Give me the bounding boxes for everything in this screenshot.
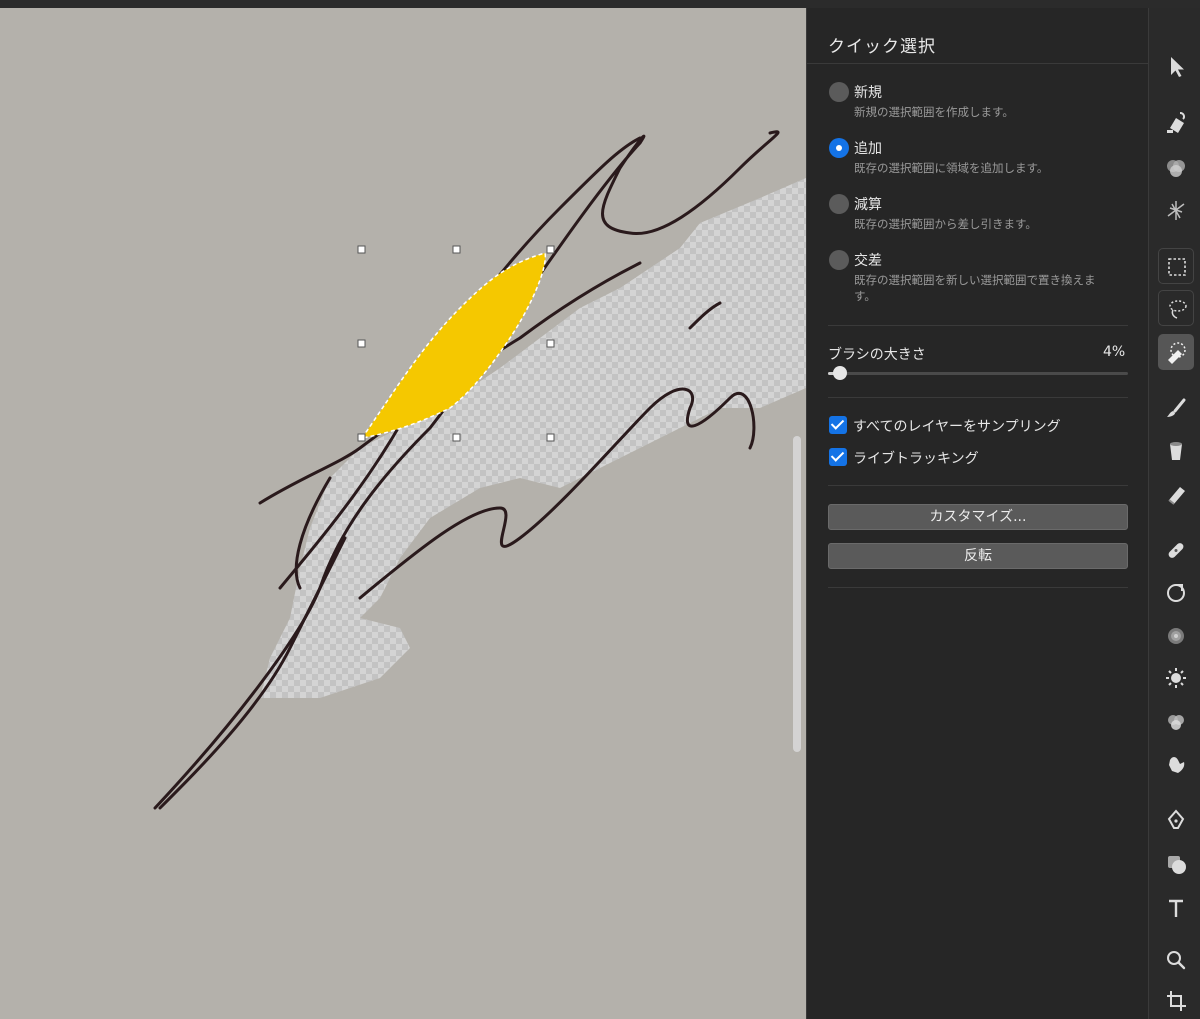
brush-size-slider[interactable] (828, 366, 1128, 380)
divider (828, 485, 1128, 486)
canvas-vertical-scrollbar[interactable] (793, 436, 801, 752)
live-tracking-checkbox[interactable] (829, 448, 847, 466)
quick-select-panel: クイック選択 新規 新規の選択範囲を作成します。 追加 既存の選択範囲に領域を追… (806, 8, 1149, 1019)
shape-icon[interactable] (1158, 846, 1194, 882)
mode-subtract-radio[interactable] (829, 194, 849, 214)
tool-bar (1148, 8, 1200, 1019)
paint-bucket-icon[interactable] (1158, 104, 1194, 140)
zoom-icon[interactable] (1158, 942, 1194, 978)
brush-size-value: 4% (1103, 344, 1126, 360)
invert-button[interactable]: 反転 (828, 543, 1128, 569)
mode-subtract-desc: 既存の選択範囲から差し引きます。 (854, 217, 1037, 231)
blur-dots-icon[interactable] (1158, 618, 1194, 654)
panel-title: クイック選択 (828, 37, 936, 57)
pen-nib-icon[interactable] (1158, 802, 1194, 838)
mode-intersect-label: 交差 (854, 253, 882, 269)
smudge-hand-icon[interactable] (1158, 746, 1194, 782)
mode-add-desc: 既存の選択範囲に領域を追加します。 (854, 161, 1049, 175)
signature-artwork (0, 8, 806, 1019)
warp-icon[interactable] (1158, 192, 1194, 228)
bandage-icon[interactable] (1158, 532, 1194, 568)
crop-icon[interactable] (1158, 983, 1194, 1019)
lasso-icon[interactable] (1158, 290, 1194, 326)
divider (828, 397, 1128, 398)
customize-button[interactable]: カスタマイズ... (828, 504, 1128, 530)
brush-icon[interactable] (1158, 390, 1194, 426)
mode-new-desc: 新規の選択範囲を作成します。 (854, 105, 1014, 119)
mode-new-radio[interactable] (829, 82, 849, 102)
image-canvas[interactable] (0, 8, 806, 1019)
mode-add-radio[interactable] (829, 138, 849, 158)
mode-new-label: 新規 (854, 85, 882, 101)
color-circles-icon[interactable] (1158, 704, 1194, 740)
clone-stamp-icon[interactable] (1158, 574, 1194, 610)
live-tracking-label: ライブトラッキング (853, 451, 979, 467)
mode-subtract-label: 減算 (854, 197, 882, 213)
sample-all-layers-label: すべてのレイヤーをサンプリング (853, 419, 1061, 435)
brush-size-label: ブラシの大きさ (828, 347, 926, 363)
divider (828, 325, 1128, 326)
mode-add-label: 追加 (854, 141, 882, 157)
divider (828, 587, 1128, 588)
fill-bucket-icon[interactable] (1158, 432, 1194, 468)
mode-intersect-radio[interactable] (829, 250, 849, 270)
brush-size-slider-handle[interactable] (833, 366, 847, 380)
dodge-sun-icon[interactable] (1158, 660, 1194, 696)
text-tool-icon[interactable] (1158, 890, 1194, 926)
blend-circles-icon[interactable] (1158, 150, 1194, 186)
title-divider (807, 63, 1149, 64)
quick-select-icon[interactable] (1158, 334, 1194, 370)
app-top-bar (0, 0, 1200, 8)
rectangle-marquee-icon[interactable] (1158, 248, 1194, 284)
mode-intersect-desc: 既存の選択範囲を新しい選択範囲で置き換えます。 (854, 273, 1096, 303)
select-arrow-icon[interactable] (1158, 48, 1194, 84)
eraser-icon[interactable] (1158, 476, 1194, 512)
sample-all-layers-checkbox[interactable] (829, 416, 847, 434)
